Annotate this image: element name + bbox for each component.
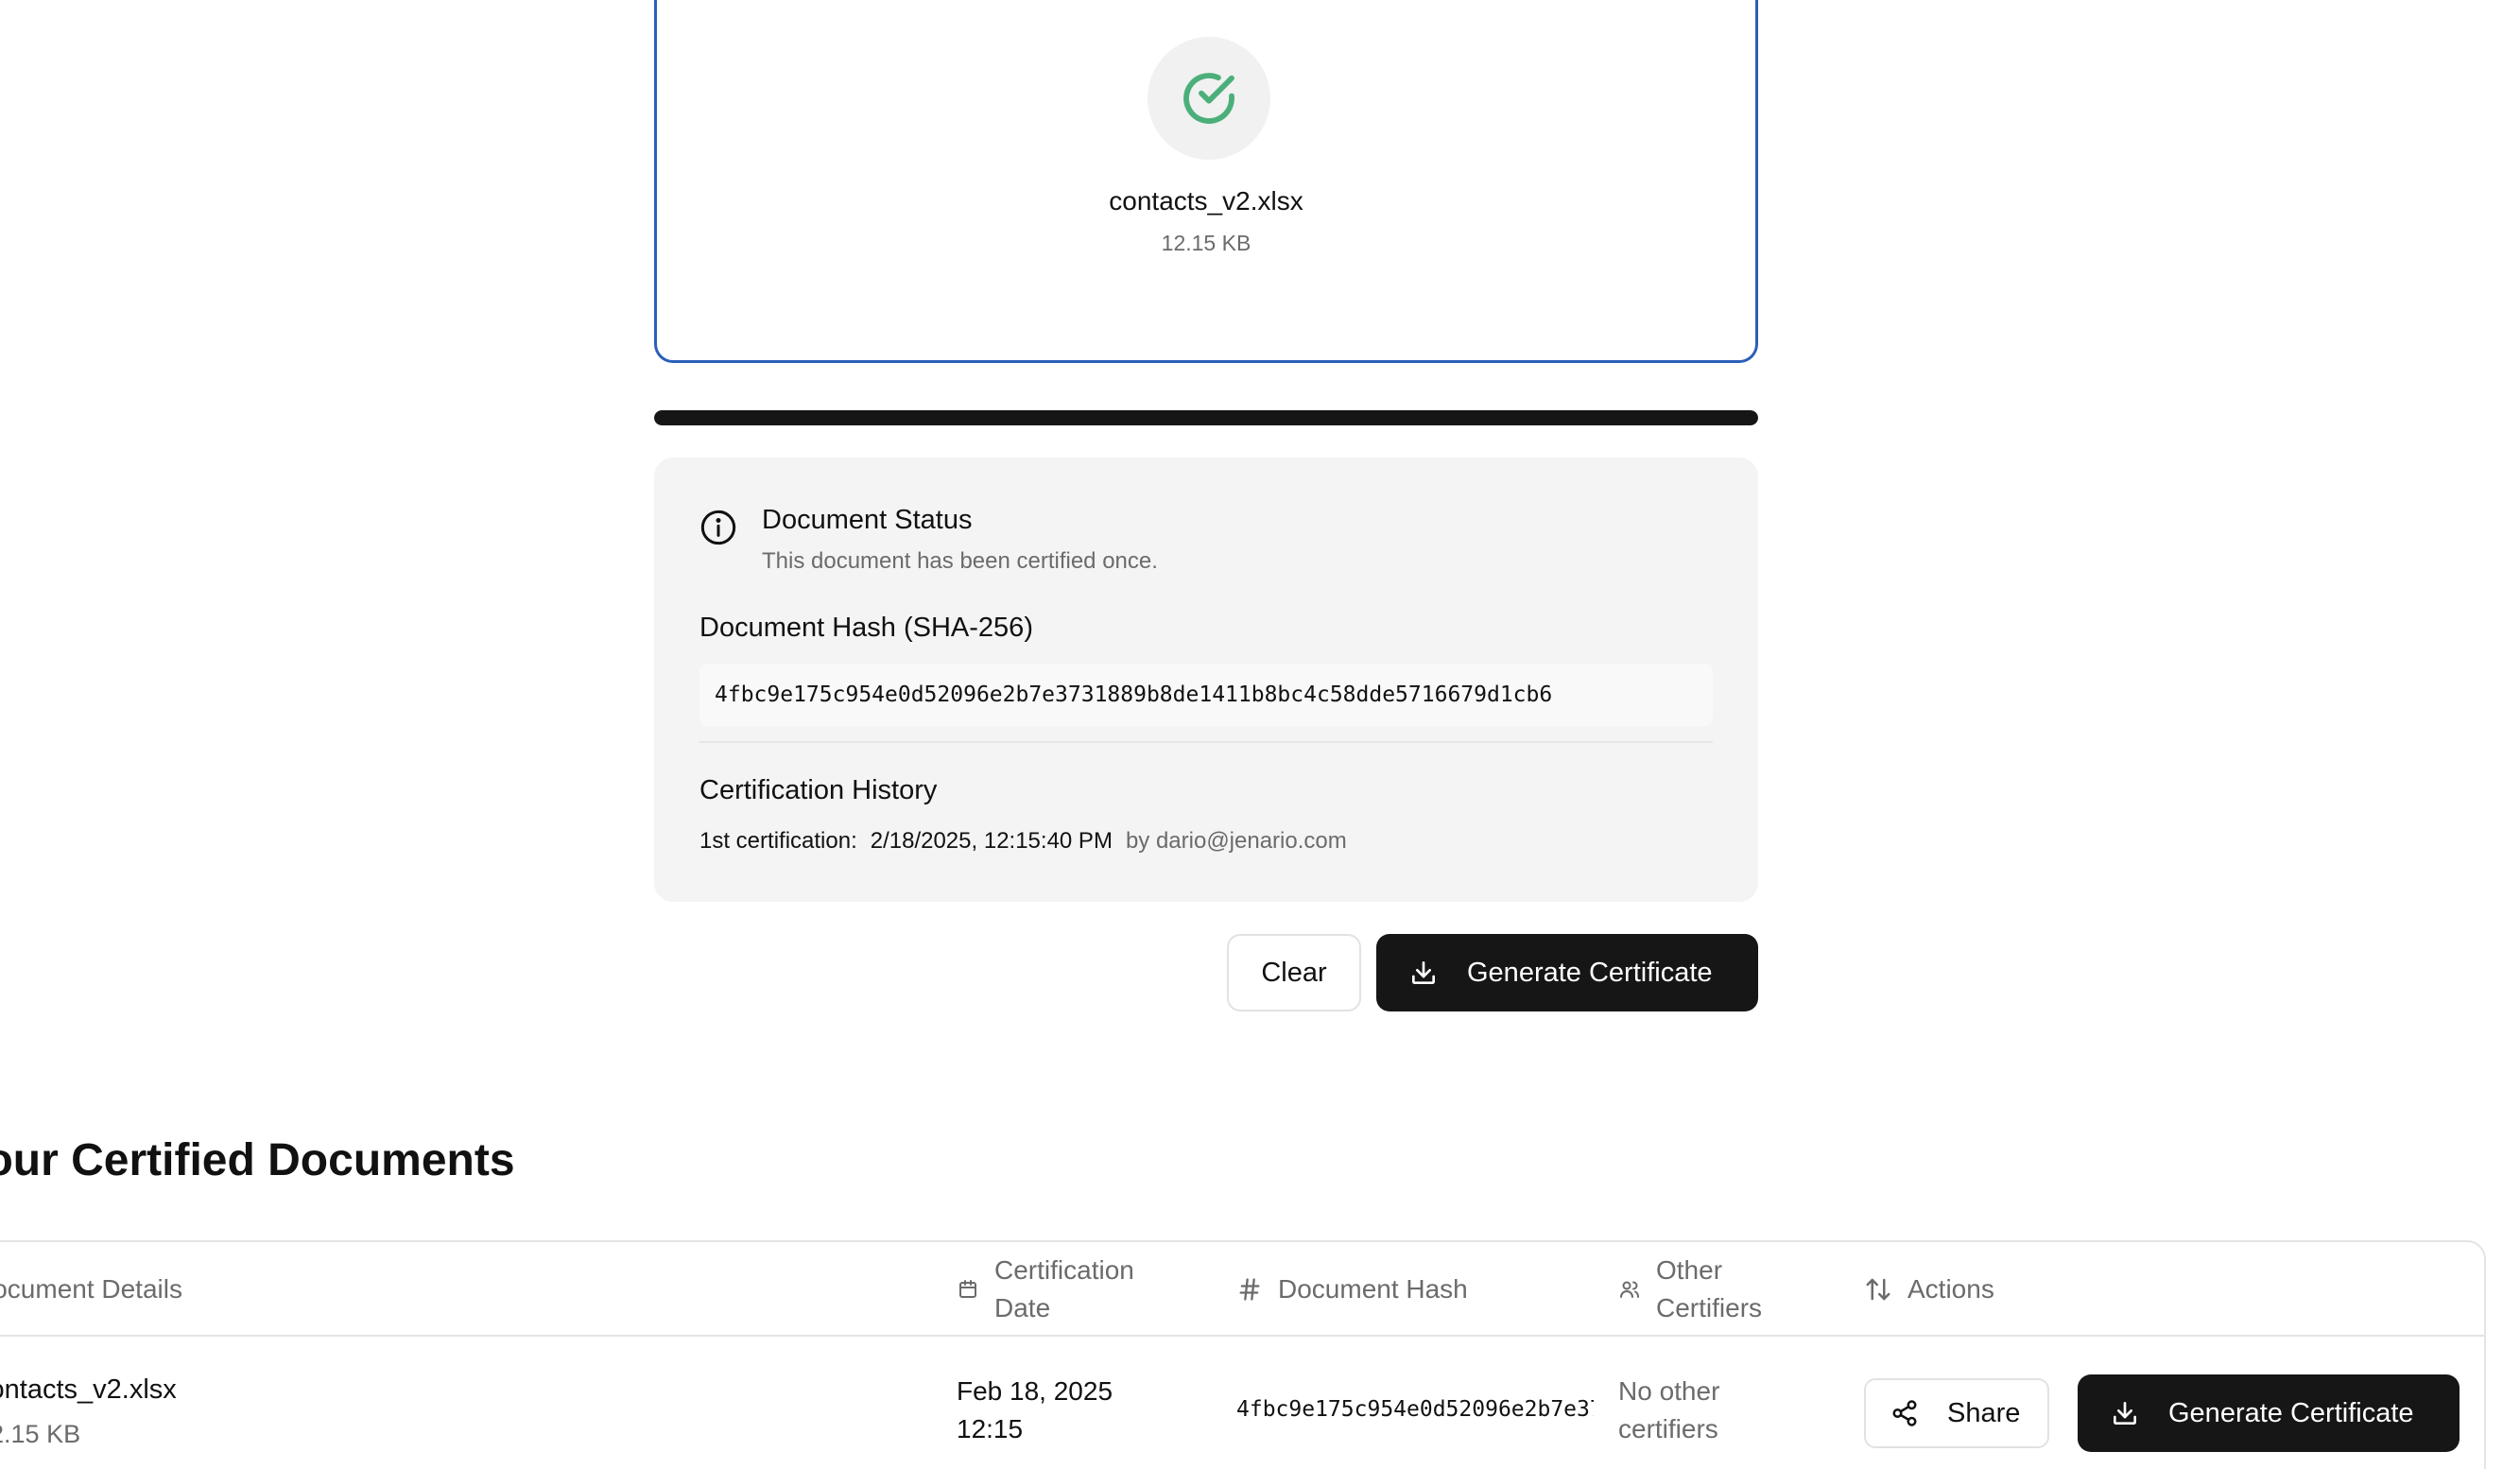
row-generate-certificate-label: Generate Certificate — [2168, 1397, 2414, 1428]
history-label: Certification History — [699, 775, 938, 805]
row-document-hash[interactable]: 4fbc9e175c954e0d52096e2b7e3731889b8de141… — [1236, 1397, 1594, 1422]
column-actions-label: Actions — [1907, 1274, 1994, 1304]
info-icon — [700, 510, 736, 545]
users-icon — [1620, 1281, 1639, 1298]
history-entry-certifier: by dario@jenario.com — [1125, 828, 1347, 854]
column-document-details-label: Document Details — [0, 1274, 182, 1304]
clear-button-label: Clear — [1261, 957, 1327, 988]
hash-icon — [1239, 1278, 1260, 1301]
row-generate-certificate-button[interactable]: Generate Certificate — [2078, 1374, 2460, 1452]
status-title: Document Status — [762, 505, 973, 535]
certified-documents-title: Your Certified Documents — [0, 1135, 515, 1185]
check-circle-icon — [1183, 73, 1234, 124]
uploaded-file-name: contacts_v2.xlsx — [1109, 186, 1303, 216]
hash-label: Document Hash (SHA-256) — [699, 613, 1033, 643]
document-status-panel: Document Status This document has been c… — [654, 458, 1758, 902]
upload-success-badge — [1148, 37, 1270, 160]
sort-icon — [1866, 1278, 1890, 1301]
column-document-hash[interactable]: Document Hash — [1236, 1270, 1468, 1308]
certified-documents-table: Document Details Certification Date Docum… — [0, 1240, 2486, 1469]
uploaded-file-size: 12.15 KB — [1161, 231, 1251, 255]
column-certification-date-line1: Certification — [994, 1255, 1134, 1285]
column-other-certifiers-line1: Other — [1656, 1255, 1723, 1285]
calendar-icon — [959, 1280, 976, 1298]
history-entry-prefix: 1st certification: — [699, 828, 857, 854]
column-other-certifiers[interactable]: Other Certifiers — [1618, 1252, 1762, 1327]
row-certification-date: Feb 18, 2025 12:15 — [957, 1373, 1113, 1448]
status-subtitle: This document has been certified once. — [762, 548, 1158, 574]
column-other-certifiers-line2: Certifiers — [1656, 1293, 1763, 1322]
generate-certificate-label: Generate Certificate — [1467, 957, 1713, 988]
upload-progress-bar — [654, 410, 1758, 425]
history-entry-date: 2/18/2025, 12:15:40 PM — [870, 828, 1113, 854]
hash-value[interactable]: 4fbc9e175c954e0d52096e2b7e3731889b8de141… — [715, 683, 1552, 707]
table-row: contacts_v2.xlsx 12.15 KB Feb 18, 2025 12… — [0, 1337, 2484, 1469]
divider — [699, 741, 1713, 743]
column-document-details: Document Details — [0, 1270, 182, 1308]
download-icon — [1412, 961, 1435, 984]
column-certification-date[interactable]: Certification Date — [957, 1252, 1134, 1327]
upload-progress-fill — [654, 410, 1758, 425]
row-document-size: 12.15 KB — [0, 1420, 81, 1448]
column-document-hash-label: Document Hash — [1278, 1274, 1468, 1304]
row-other-certifiers-line1: No other — [1618, 1376, 1720, 1406]
history-entry: 1st certification: 2/18/2025, 12:15:40 PM… — [699, 828, 1347, 855]
column-certification-date-label: Certification Date — [994, 1252, 1134, 1327]
clear-button[interactable]: Clear — [1227, 934, 1361, 1011]
share-button[interactable]: Share — [1864, 1378, 2049, 1448]
column-other-certifiers-label: Other Certifiers — [1656, 1252, 1762, 1327]
download-icon — [2114, 1402, 2136, 1425]
share-icon — [1892, 1400, 1917, 1426]
share-button-label: Share — [1947, 1397, 2021, 1428]
column-actions[interactable]: Actions — [1864, 1270, 1994, 1308]
generate-certificate-button[interactable]: Generate Certificate — [1376, 934, 1758, 1011]
file-drop-zone[interactable]: contacts_v2.xlsx 12.15 KB — [654, 0, 1758, 363]
row-other-certifiers: No other certifiers — [1618, 1373, 1769, 1448]
hash-box[interactable]: 4fbc9e175c954e0d52096e2b7e3731889b8de141… — [699, 664, 1713, 726]
row-document-name: contacts_v2.xlsx — [0, 1374, 177, 1405]
column-certification-date-line2: Date — [994, 1293, 1051, 1322]
row-certification-date-time: 12:15 — [957, 1414, 1024, 1443]
row-certification-date-day: Feb 18, 2025 — [957, 1376, 1113, 1406]
row-other-certifiers-line2: certifiers — [1618, 1414, 1718, 1443]
table-header: Document Details Certification Date Docum… — [0, 1242, 2484, 1337]
